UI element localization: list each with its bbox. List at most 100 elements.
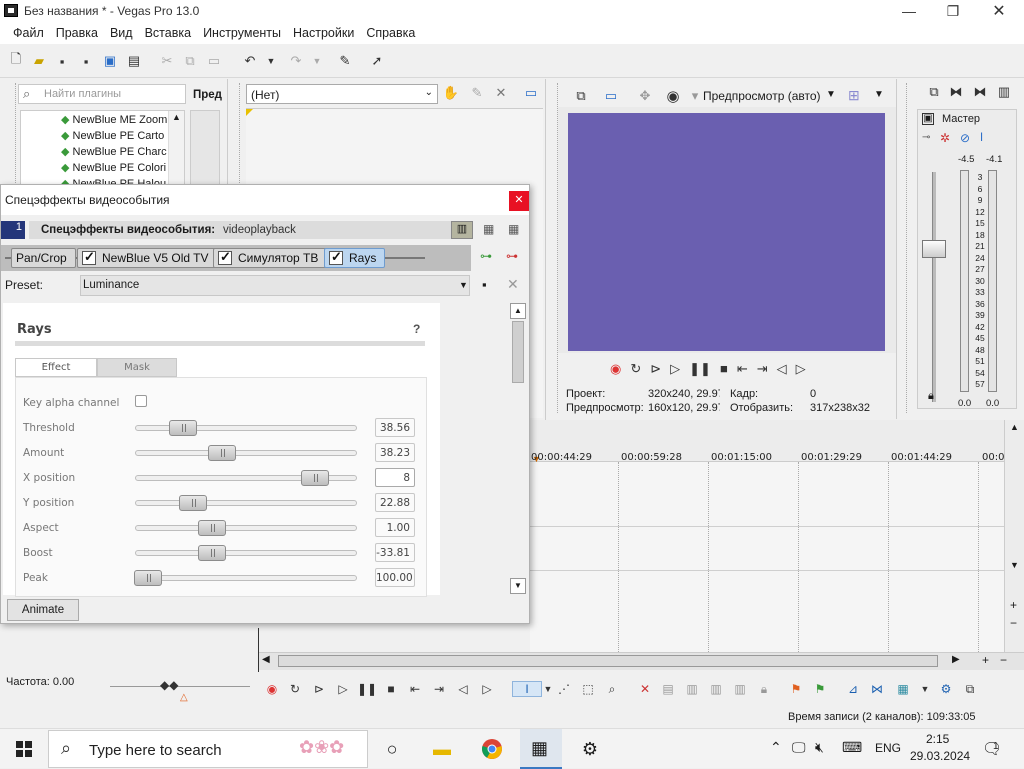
task-view-icon[interactable]: ○ [380, 737, 404, 761]
pause-icon[interactable]: ❚❚ [357, 681, 377, 697]
param-slider[interactable] [135, 445, 357, 461]
trim-pin-icon[interactable]: ✎ [468, 84, 486, 102]
dim-output-icon[interactable]: ⧓ [971, 83, 989, 101]
mute-icon[interactable]: ⊘ [960, 131, 970, 145]
param-value-field[interactable]: 100.00 [375, 568, 415, 587]
stop-icon[interactable]: ■ [720, 361, 728, 377]
loop-icon[interactable]: ↻ [630, 361, 641, 377]
quality-chevron-icon[interactable]: ▼ [826, 89, 836, 100]
panel-grip[interactable] [901, 83, 907, 413]
lock-event-icon[interactable]: 🔒︎ [756, 681, 772, 697]
save-as-icon[interactable]: ▪ [77, 52, 95, 70]
external-monitor-icon[interactable]: ▭ [602, 87, 620, 105]
master-fx-icon[interactable]: ✲ [940, 131, 950, 145]
view-mode-icon[interactable]: ▥ [451, 221, 473, 239]
menu-insert[interactable]: Вставка [139, 26, 197, 40]
windows-start-icon[interactable] [12, 737, 36, 761]
panel-grip[interactable] [6, 83, 16, 183]
plugin-list-scrollbar[interactable]: ▲ [168, 111, 184, 189]
play-icon[interactable]: ▷ [335, 681, 351, 697]
plugin-item[interactable]: ◆ NewBlue PE Colori [61, 161, 166, 174]
open-folder-icon[interactable]: ▰ [30, 52, 48, 70]
clear-history-icon[interactable]: ✎ [336, 52, 354, 70]
auto-crossfade-icon[interactable]: ⋈ [869, 681, 885, 697]
solo-icon[interactable]: ǀ [980, 130, 983, 144]
param-slider-thumb[interactable] [301, 470, 329, 486]
ripple-icon[interactable]: ▦ [895, 681, 911, 697]
param-value-field[interactable]: 1.00 [375, 518, 415, 537]
param-value-field[interactable]: 22.88 [375, 493, 415, 512]
dialog-close-button[interactable]: ✕ [509, 191, 529, 211]
menu-edit[interactable]: Правка [50, 26, 104, 40]
volume-muted-icon[interactable]: 🔇︎ [815, 739, 824, 756]
master-fader-thumb[interactable] [922, 240, 946, 258]
fx-chip-pan-crop[interactable]: Pan/Crop [11, 248, 76, 268]
param-slider[interactable] [135, 495, 357, 511]
envelope-tool-icon[interactable]: ⋰ [556, 681, 572, 697]
grid-view-icon[interactable]: ▦ [508, 222, 519, 236]
param-slider-thumb[interactable] [179, 495, 207, 511]
param-slider[interactable] [135, 545, 357, 561]
param-value-field[interactable]: 8 [375, 468, 415, 487]
marker-icon[interactable]: ⚑ [788, 681, 804, 697]
chrome-icon[interactable] [480, 737, 504, 761]
save-preset-icon[interactable]: ▪ [482, 277, 487, 292]
go-to-start-icon[interactable]: ⇤ [737, 361, 748, 377]
preset-dropdown[interactable]: Luminance ▼ [80, 275, 470, 296]
close-window-button[interactable]: ✕ [976, 0, 1022, 22]
animate-button[interactable]: Animate [7, 599, 79, 621]
trim-start-icon[interactable]: ▥ [684, 681, 700, 697]
overlay-chevron-icon[interactable]: ▼ [874, 89, 884, 100]
track-area[interactable] [530, 462, 1004, 662]
param-slider-thumb[interactable] [198, 545, 226, 561]
trim-monitor-icon[interactable]: ▭ [522, 84, 540, 102]
menu-tools[interactable]: Инструменты [197, 26, 287, 40]
plugin-item[interactable]: ◆ NewBlue PE Carto [61, 129, 164, 142]
param-value-field[interactable]: -33.81 [375, 543, 415, 562]
next-frame-icon[interactable]: ▷ [479, 681, 495, 697]
properties-icon[interactable]: ▤ [125, 52, 143, 70]
insert-fx-icon[interactable]: ⊸ [922, 132, 930, 143]
param-slider[interactable] [135, 470, 357, 486]
plugin-help-button[interactable]: ? [413, 322, 420, 336]
track-list-splitter[interactable] [258, 628, 259, 672]
new-project-icon[interactable]: 🗋 [7, 51, 25, 70]
settings-icon[interactable]: ⚙ [578, 737, 602, 761]
normal-edit-tool-icon[interactable]: I [512, 681, 542, 697]
param-slider[interactable] [134, 570, 357, 586]
selection-tool-icon[interactable]: ⬚ [580, 681, 596, 697]
param-slider-thumb[interactable] [134, 570, 162, 586]
record-icon[interactable]: ◉ [264, 681, 280, 697]
trim-clear-icon[interactable]: ✕ [492, 84, 510, 102]
downmix-icon[interactable]: ⧓ [947, 83, 965, 101]
redo-icon[interactable]: ↷ [287, 52, 305, 70]
play-from-start-icon[interactable]: ⊳ [311, 681, 327, 697]
split-screen-icon[interactable]: ✥ [636, 87, 654, 105]
delete-preset-icon[interactable]: ✕ [507, 276, 519, 293]
plugin-item[interactable]: ◆ NewBlue PE Charc [61, 145, 167, 158]
mixer-properties-icon[interactable]: ⧉ [925, 83, 943, 101]
preview-properties-icon[interactable]: ⧉ [572, 87, 590, 105]
preview-fx-dropdown-icon[interactable]: ▾ [686, 87, 704, 105]
param-slider-thumb[interactable] [208, 445, 236, 461]
redo-dropdown-icon[interactable]: ▼ [308, 52, 326, 70]
region-icon[interactable]: ⚑ [812, 681, 828, 697]
clock-date[interactable]: 29.03.2024 [910, 749, 970, 763]
fx-chip-rays[interactable]: Rays [324, 248, 386, 268]
record-icon[interactable]: ◉ [610, 361, 621, 377]
clock-time[interactable]: 2:15 [926, 732, 949, 746]
snap-icon[interactable]: ⊿ [845, 681, 861, 697]
copy-icon[interactable]: ⧉ [181, 52, 199, 70]
menu-file[interactable]: Файл [7, 26, 50, 40]
file-explorer-icon[interactable]: ▬ [430, 737, 454, 761]
undo-icon[interactable]: ↶ [241, 52, 259, 70]
ripple-dropdown-icon[interactable]: ▼ [917, 681, 933, 697]
save-icon[interactable]: ▪ [53, 52, 71, 70]
maximize-button[interactable]: ❐ [930, 0, 976, 22]
menu-help[interactable]: Справка [360, 26, 421, 40]
taskbar-search-box[interactable]: ⌕ Type here to search ✿❀✿ [48, 730, 368, 768]
go-to-start-icon[interactable]: ⇤ [407, 681, 423, 697]
stop-icon[interactable]: ■ [383, 681, 399, 697]
zoom-tool-icon[interactable]: ⌕ [604, 681, 620, 697]
menu-options[interactable]: Настройки [287, 26, 360, 40]
